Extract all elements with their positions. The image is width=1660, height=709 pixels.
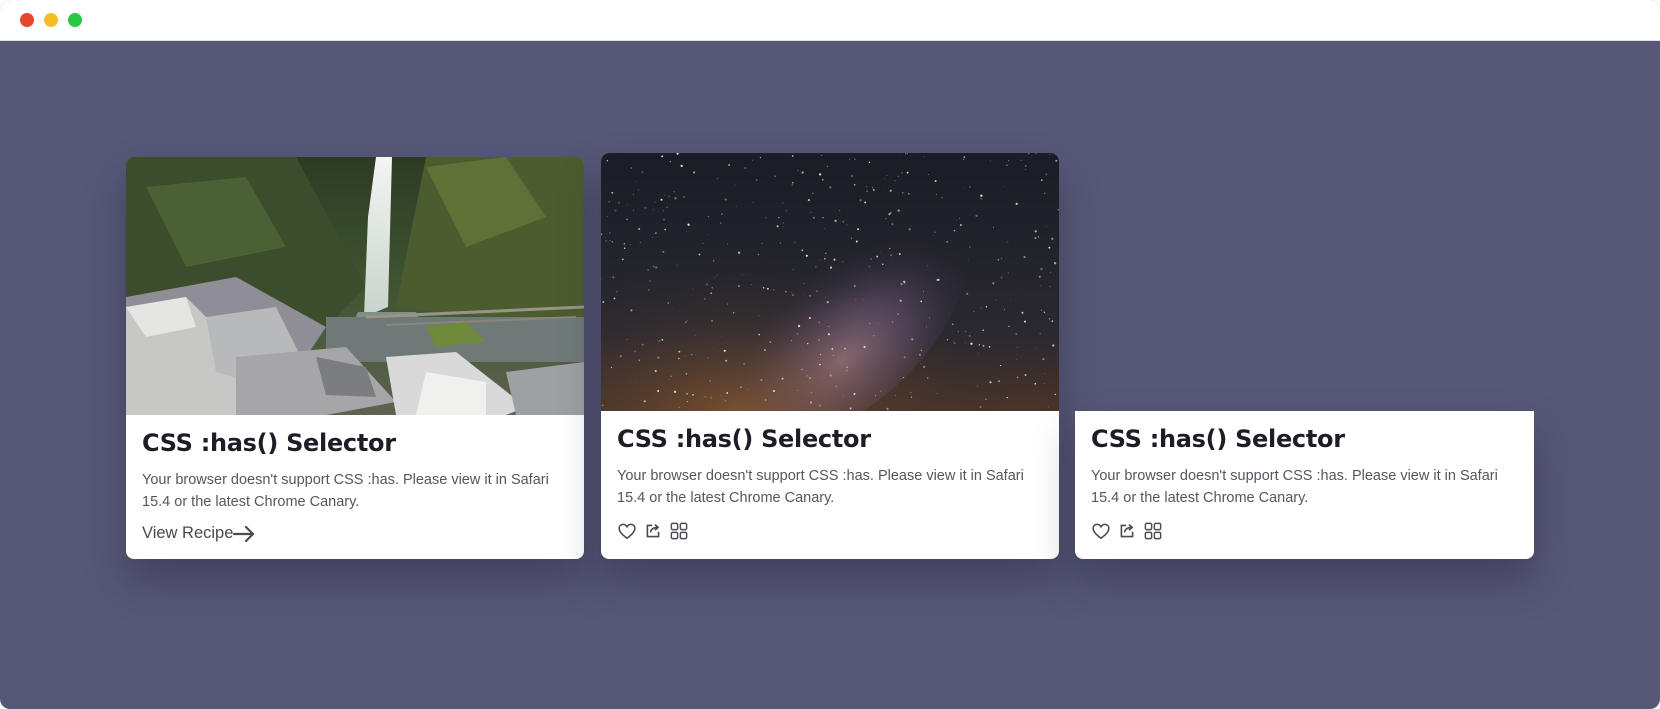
close-window-button[interactable] (20, 13, 34, 27)
view-recipe-link[interactable]: View Recipe (142, 524, 255, 543)
recipe-card-1: CSS :has() Selector Your browser doesn't… (126, 157, 584, 559)
card-actions (1091, 521, 1518, 541)
grid-icon[interactable] (1143, 521, 1163, 541)
card-actions (617, 521, 1043, 541)
card-body: CSS :has() Selector Your browser doesn't… (617, 425, 1043, 541)
card-title: CSS :has() Selector (142, 429, 396, 457)
share-icon[interactable] (1117, 521, 1137, 541)
milky-way-photo (601, 153, 1059, 411)
card-body: CSS :has() Selector Your browser doesn't… (1091, 425, 1518, 541)
heart-icon[interactable] (617, 521, 637, 541)
card-title: CSS :has() Selector (1091, 425, 1345, 453)
waterfall-photo (126, 157, 584, 415)
recipe-card-2: CSS :has() Selector Your browser doesn't… (601, 153, 1059, 559)
share-icon[interactable] (643, 521, 663, 541)
view-recipe-label: View Recipe (142, 524, 234, 542)
card-description: Your browser doesn't support CSS :has. P… (617, 468, 1024, 506)
card-description: Your browser doesn't support CSS :has. P… (1091, 468, 1498, 506)
minimize-window-button[interactable] (44, 13, 58, 27)
recipe-card-3: CSS :has() Selector Your browser doesn't… (1075, 411, 1534, 559)
window-titlebar (0, 0, 1660, 41)
grid-icon[interactable] (669, 521, 689, 541)
arrow-right-icon (233, 525, 255, 542)
browser-window: CSS :has() Selector Your browser doesn't… (0, 0, 1660, 709)
heart-icon[interactable] (1091, 521, 1111, 541)
card-description: Your browser doesn't support CSS :has. P… (142, 472, 549, 510)
card-title: CSS :has() Selector (617, 425, 871, 453)
card-body: CSS :has() Selector Your browser doesn't… (142, 429, 568, 543)
maximize-window-button[interactable] (68, 13, 82, 27)
